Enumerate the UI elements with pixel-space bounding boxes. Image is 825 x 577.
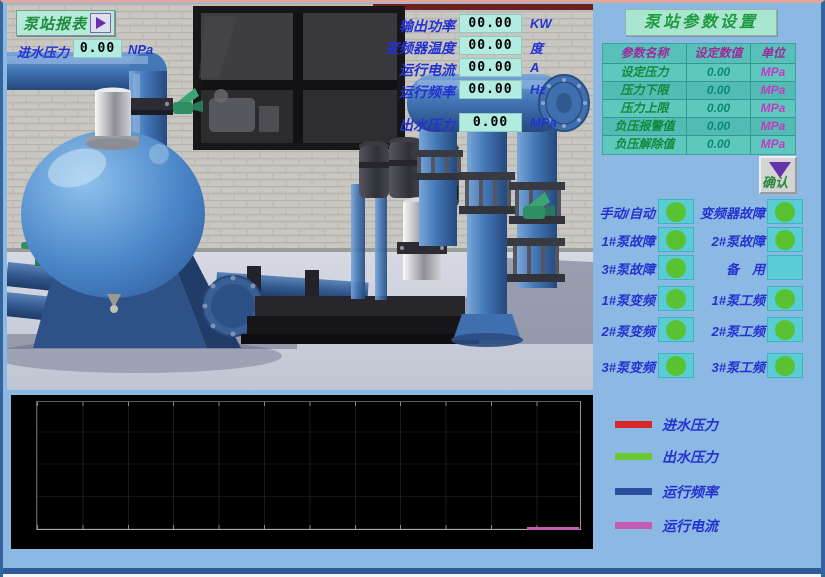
param-unit: MPa (751, 118, 795, 136)
reading-label: 运行电流 (343, 60, 455, 80)
reading-label: 运行频率 (343, 82, 455, 102)
status-led-box (658, 286, 694, 311)
legend-swatch (615, 421, 652, 428)
legend-label: 出水压力 (662, 447, 718, 467)
param-value-field[interactable]: 0.00 (687, 136, 751, 154)
param-name: 负压解除值 (603, 136, 687, 154)
status-led-box (767, 286, 803, 311)
status-label: 2#泵工频 (693, 321, 765, 340)
outlet-pressure-value: 0.00 (459, 113, 522, 132)
status-label: 1#泵变频 (569, 290, 655, 309)
settings-row: 负压报警值 0.00 MPa (603, 118, 795, 136)
param-unit: MPa (751, 100, 795, 118)
param-name: 压力上限 (603, 100, 687, 118)
green-led (775, 202, 795, 222)
pump-station-hmi-screen: 泵站报表 进水压力 0.00 NPa 输出功率 00.00 KW 变频器温度 0… (0, 0, 825, 577)
x-axis-ticks (37, 525, 580, 529)
inlet-pressure-value: 0.00 (73, 39, 122, 58)
status-led-box (767, 317, 803, 342)
status-led-box (658, 199, 694, 224)
legend-swatch (615, 522, 652, 529)
outlet-pressure-unit: MPa (530, 115, 557, 130)
green-led (775, 320, 795, 340)
play-icon (90, 13, 111, 33)
reading-unit: A (530, 60, 539, 75)
status-led-box (658, 353, 694, 378)
confirm-button[interactable]: 确认 (759, 156, 797, 194)
status-led-box (658, 255, 694, 280)
column-header: 参数名称 (603, 44, 687, 64)
confirm-button-label: 确认 (762, 172, 788, 191)
column-header: 设定数值 (687, 44, 751, 64)
reading-value: 00.00 (459, 58, 522, 77)
status-led-box (767, 255, 803, 280)
legend-swatch (615, 488, 652, 495)
reading-value: 00.00 (459, 80, 522, 99)
status-led-box (767, 227, 803, 252)
param-unit: MPa (751, 82, 795, 100)
report-button-label: 泵站报表 (23, 13, 87, 34)
status-label: 备 用 (693, 259, 765, 278)
reading-label: 变频器温度 (343, 38, 455, 58)
param-unit: MPa (751, 64, 795, 82)
green-led (775, 289, 795, 309)
settings-row: 设定压力 0.00 MPa (603, 64, 795, 82)
inlet-pressure-unit: NPa (128, 42, 153, 57)
inlet-pressure-label: 进水压力 (17, 42, 69, 61)
reading-unit: KW (530, 16, 552, 31)
param-value-field[interactable]: 0.00 (687, 64, 751, 82)
status-label: 2#泵故障 (693, 231, 765, 250)
status-label: 2#泵变频 (569, 321, 655, 340)
param-unit: MPa (751, 136, 795, 154)
param-name: 压力下限 (603, 82, 687, 100)
green-led (666, 258, 686, 278)
settings-panel-title: 泵站参数设置 (625, 9, 777, 36)
status-led-box (767, 199, 803, 224)
settings-row: 压力下限 0.00 MPa (603, 82, 795, 100)
current-trace-baseline (527, 527, 579, 530)
param-name: 设定压力 (603, 64, 687, 82)
settings-row: 压力上限 0.00 MPa (603, 100, 795, 118)
status-label: 3#泵工频 (693, 357, 765, 376)
param-value-field[interactable]: 0.00 (687, 118, 751, 136)
param-value-field[interactable]: 0.00 (687, 82, 751, 100)
green-led (666, 356, 686, 376)
reading-value: 00.00 (459, 14, 522, 33)
param-name: 负压报警值 (603, 118, 687, 136)
legend-label: 运行电流 (662, 516, 718, 536)
status-led-box (658, 317, 694, 342)
outlet-pressure-label: 出水压力 (343, 115, 455, 135)
legend-swatch (615, 453, 652, 460)
x-axis-ticks (37, 402, 580, 406)
report-button[interactable]: 泵站报表 (16, 10, 115, 36)
ceiling-beam (373, 4, 593, 10)
status-label: 3#泵故障 (569, 259, 655, 278)
reading-label: 输出功率 (343, 16, 455, 36)
green-led (775, 230, 795, 250)
param-value-field[interactable]: 0.00 (687, 100, 751, 118)
column-header: 单位 (751, 44, 795, 64)
legend-label: 运行频率 (662, 482, 718, 502)
reading-unit: 度 (530, 38, 543, 57)
status-led-box (658, 227, 694, 252)
green-led (775, 356, 795, 376)
status-label: 变频器故障 (693, 203, 765, 222)
settings-table: 参数名称 设定数值 单位 设定压力 0.00 MPa 压力下限 0.00 MPa… (602, 43, 796, 155)
reading-value: 00.00 (459, 36, 522, 55)
green-led (666, 202, 686, 222)
trend-plot-area (36, 401, 581, 530)
status-label: 1#泵工频 (693, 290, 765, 309)
legend-label: 进水压力 (662, 415, 718, 435)
green-led (666, 230, 686, 250)
green-led (666, 320, 686, 340)
green-led (666, 289, 686, 309)
status-label: 3#泵变频 (569, 357, 655, 376)
settings-table-header: 参数名称 设定数值 单位 (603, 44, 795, 64)
status-label: 手动/自动 (569, 203, 655, 222)
settings-row: 负压解除值 0.00 MPa (603, 136, 795, 154)
status-led-box (767, 353, 803, 378)
trend-chart (11, 395, 593, 549)
reading-unit: Hz (530, 82, 546, 97)
status-label: 1#泵故障 (569, 231, 655, 250)
